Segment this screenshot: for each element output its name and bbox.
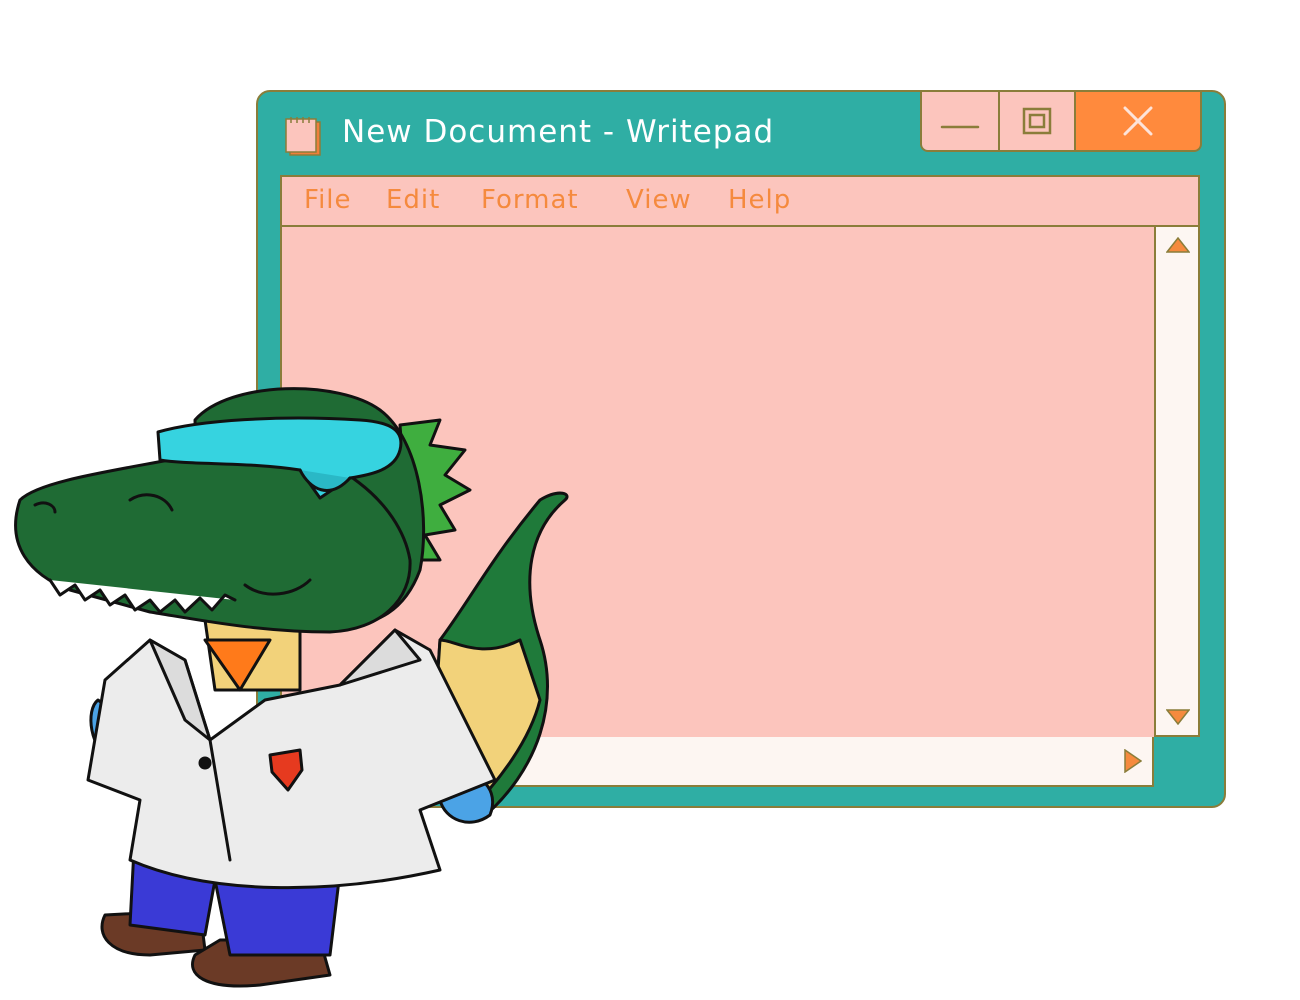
window-title: New Document - Writepad	[342, 114, 775, 150]
minimize-icon	[940, 125, 980, 129]
minimize-button[interactable]	[922, 92, 1000, 150]
menu-item-help[interactable]: Help	[728, 185, 791, 215]
maximize-icon	[1022, 107, 1052, 135]
crocodile-scientist-mascot	[14, 387, 569, 988]
menu-bar: File Edit Format View Help	[280, 175, 1200, 227]
menu-item-edit[interactable]: Edit	[386, 185, 440, 215]
triangle-down-icon[interactable]	[1166, 709, 1190, 725]
triangle-up-icon[interactable]	[1166, 237, 1190, 253]
triangle-right-icon[interactable]	[1124, 749, 1142, 773]
close-icon	[1123, 106, 1153, 136]
vertical-scrollbar[interactable]	[1154, 227, 1200, 737]
menu-item-format[interactable]: Format	[481, 185, 579, 215]
close-button[interactable]	[1076, 92, 1200, 150]
menu-item-view[interactable]: View	[626, 185, 692, 215]
window-controls	[920, 92, 1202, 152]
title-bar[interactable]: New Document - Writepad	[258, 92, 1224, 176]
menu-item-file[interactable]: File	[304, 185, 352, 215]
notepad-icon	[285, 117, 321, 156]
maximize-button[interactable]	[1000, 92, 1076, 150]
